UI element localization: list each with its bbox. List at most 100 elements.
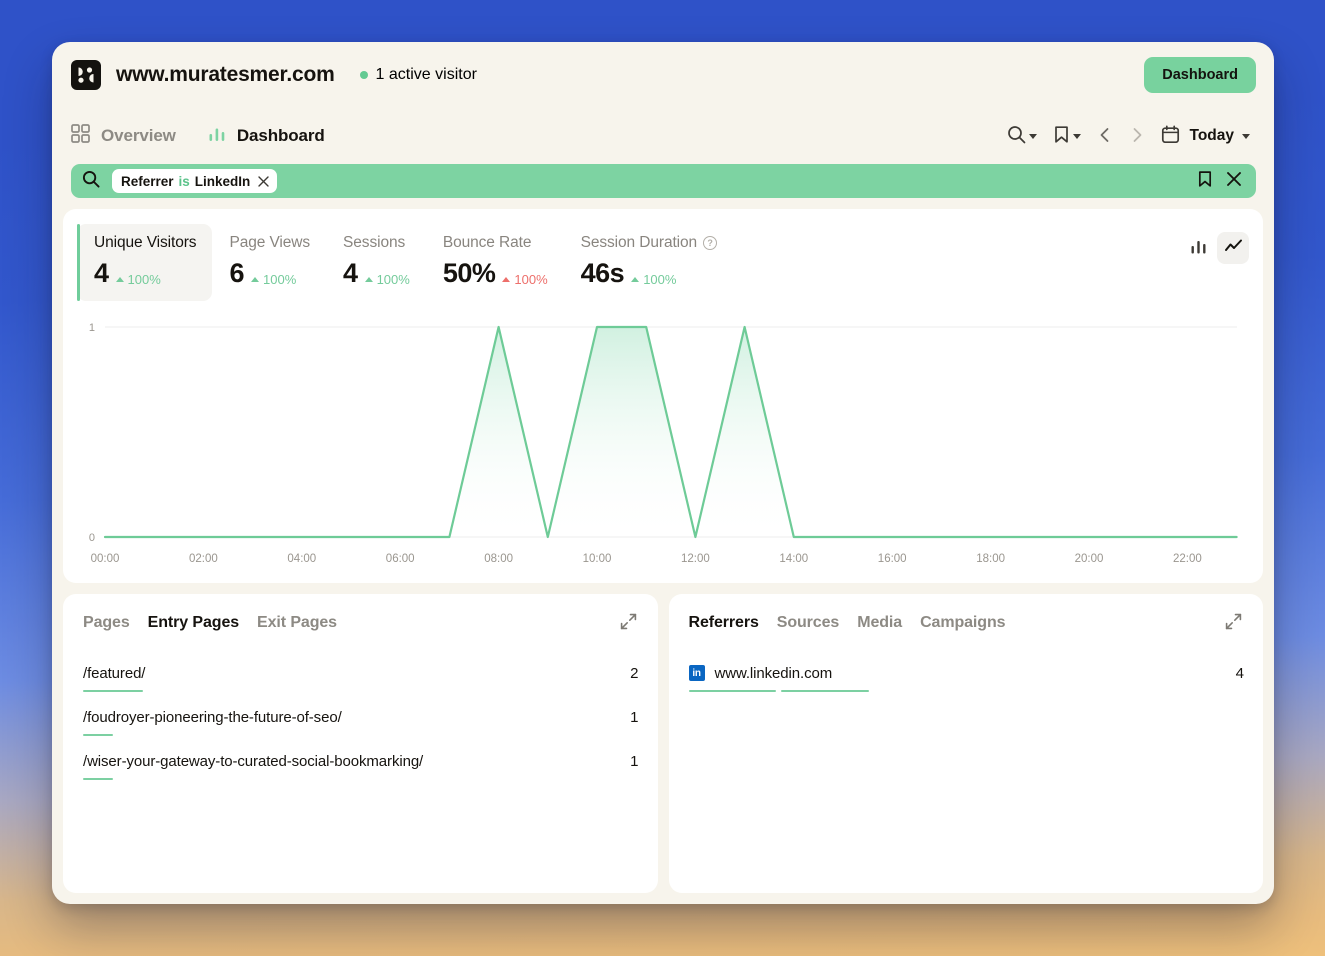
visitors-line-chart[interactable]: 1 0 00:00 02:00 04:00 06:00 08:00 10:00 …	[77, 309, 1249, 571]
metric-page-views-label: Page Views	[229, 234, 311, 251]
grid-icon	[71, 124, 90, 148]
filter-pill-value: LinkedIn	[194, 173, 251, 189]
metric-unique-visitors-value: 4	[94, 258, 109, 288]
expand-icon	[620, 613, 637, 633]
referrers-list: in www.linkedin.com 4	[688, 651, 1244, 695]
chart-type-line-button[interactable]	[1217, 232, 1249, 264]
close-icon[interactable]	[1226, 171, 1242, 192]
list-item[interactable]: /wiser-your-gateway-to-curated-social-bo…	[83, 739, 639, 783]
nav-item-overview[interactable]: Overview	[71, 124, 176, 148]
filter-bar: Referrer is LinkedIn	[71, 164, 1256, 198]
chart-type-bar-button[interactable]	[1182, 232, 1214, 264]
metric-page-views[interactable]: Page Views 6 100%	[212, 224, 326, 301]
metric-bounce-rate[interactable]: Bounce Rate 50% 100%	[426, 224, 564, 301]
next-period-button[interactable]	[1123, 120, 1151, 153]
metric-sessions[interactable]: Sessions 4 100%	[326, 224, 426, 301]
tab-exit-pages[interactable]: Exit Pages	[257, 614, 337, 632]
expand-referrers-panel-button[interactable]	[1223, 611, 1244, 635]
list-item-count: 2	[630, 664, 639, 682]
metric-unique-visitors-values: 4 100%	[94, 258, 196, 289]
search-dropdown-button[interactable]	[1001, 119, 1043, 153]
app-window: www.muratesmer.com 1 active visitor Dash…	[52, 42, 1274, 904]
prev-period-button[interactable]	[1091, 120, 1119, 153]
nav-right-controls: Today	[1001, 119, 1257, 153]
chevron-right-icon	[1129, 126, 1145, 147]
expand-icon	[1225, 613, 1242, 633]
metric-sessions-change-value: 100%	[376, 272, 410, 287]
list-item-label: /wiser-your-gateway-to-curated-social-bo…	[83, 752, 424, 770]
list-item-left: /featured/	[83, 665, 145, 682]
y-tick-0: 0	[89, 532, 95, 544]
metric-session-duration-change: 100%	[631, 272, 676, 287]
list-item[interactable]: /foudroyer-pioneering-the-future-of-seo/…	[83, 695, 639, 739]
arrow-up-icon	[251, 277, 259, 282]
tab-pages[interactable]: Pages	[83, 614, 130, 632]
metric-sessions-values: 4 100%	[343, 258, 410, 289]
tab-campaigns[interactable]: Campaigns	[920, 614, 1005, 632]
search-icon	[1007, 125, 1026, 147]
linkedin-favicon-icon: in	[688, 665, 705, 681]
arrow-up-icon	[631, 277, 640, 282]
x-tick-8: 16:00	[878, 553, 907, 565]
metric-sessions-label: Sessions	[343, 234, 406, 251]
chevron-down-icon	[1028, 133, 1037, 139]
referrers-panel: Referrers Sources Media Campaigns in www…	[668, 594, 1263, 893]
pages-panel: Pages Entry Pages Exit Pages /featured/ …	[63, 594, 658, 893]
metric-bounce-rate-value: 50%	[442, 258, 496, 288]
metric-page-views-change-value: 100%	[263, 272, 297, 287]
header-top-bar: www.muratesmer.com 1 active visitor Dash…	[52, 42, 1274, 108]
entry-pages-list: /featured/ 2 /foudroyer-pioneering-the-f…	[83, 651, 639, 783]
metric-sessions-value: 4	[343, 258, 358, 288]
metric-page-views-change: 100%	[251, 272, 296, 287]
tab-entry-pages[interactable]: Entry Pages	[148, 614, 239, 632]
x-tick-9: 18:00	[976, 553, 1005, 565]
date-range-label: Today	[1189, 127, 1235, 144]
metric-session-duration-values: 46s 100%	[581, 258, 717, 289]
close-icon[interactable]	[258, 175, 270, 187]
nav-item-dashboard-label: Dashboard	[236, 126, 325, 145]
expand-pages-panel-button[interactable]	[618, 611, 639, 635]
bookmark-icon[interactable]	[1197, 170, 1213, 193]
metric-bounce-rate-label: Bounce Rate	[442, 234, 532, 251]
x-tick-6: 12:00	[681, 553, 710, 565]
live-dot-icon	[359, 71, 368, 79]
x-tick-3: 06:00	[386, 553, 415, 565]
x-tick-5: 10:00	[583, 553, 612, 565]
bookmark-dropdown-button[interactable]	[1047, 119, 1087, 153]
search-icon[interactable]	[82, 170, 100, 193]
active-visitors-indicator: 1 active visitor	[359, 66, 477, 84]
bottom-panels-row: Pages Entry Pages Exit Pages /featured/ …	[63, 594, 1263, 893]
bookmark-icon	[1053, 125, 1070, 147]
header-nav-bar: Overview Dashboard Today	[52, 108, 1274, 164]
list-item[interactable]: in www.linkedin.com 4	[688, 651, 1244, 695]
metric-unique-visitors-change-value: 100%	[127, 272, 161, 287]
metric-unique-visitors[interactable]: Unique Visitors 4 100%	[77, 224, 213, 301]
x-tick-11: 22:00	[1173, 553, 1202, 565]
tab-sources[interactable]: Sources	[777, 614, 840, 632]
bar-chart-icon	[208, 125, 226, 148]
calendar-icon	[1161, 125, 1180, 147]
list-item[interactable]: /featured/ 2	[83, 651, 639, 695]
chevron-left-icon	[1097, 126, 1113, 147]
chart-type-toggle-group	[1182, 224, 1249, 264]
help-icon[interactable]: ?	[703, 236, 718, 250]
metric-bounce-rate-change: 100%	[502, 272, 548, 287]
metric-session-duration[interactable]: Session Duration ? 46s 100%	[564, 224, 733, 301]
dashboard-button[interactable]: Dashboard	[1144, 57, 1256, 93]
pages-panel-tabs: Pages Entry Pages Exit Pages	[83, 611, 639, 635]
date-range-button[interactable]: Today	[1155, 119, 1257, 153]
metric-unique-visitors-change: 100%	[115, 272, 161, 287]
nav-item-overview-label: Overview	[101, 126, 176, 145]
x-tick-2: 04:00	[287, 553, 316, 565]
filter-pill-referrer[interactable]: Referrer is LinkedIn	[112, 169, 278, 193]
tab-media[interactable]: Media	[857, 614, 902, 632]
list-item-bar	[83, 733, 113, 736]
nav-item-dashboard[interactable]: Dashboard	[208, 125, 325, 148]
metric-page-views-values: 6 100%	[229, 258, 310, 289]
x-tick-7: 14:00	[779, 553, 808, 565]
metrics-row: Unique Visitors 4 100% Page Views 6 100%…	[77, 224, 1249, 301]
tab-referrers[interactable]: Referrers	[689, 614, 759, 632]
list-item-count: 1	[630, 752, 639, 770]
site-name[interactable]: www.muratesmer.com	[116, 63, 335, 87]
list-item-left: /foudroyer-pioneering-the-future-of-seo/	[83, 709, 342, 726]
